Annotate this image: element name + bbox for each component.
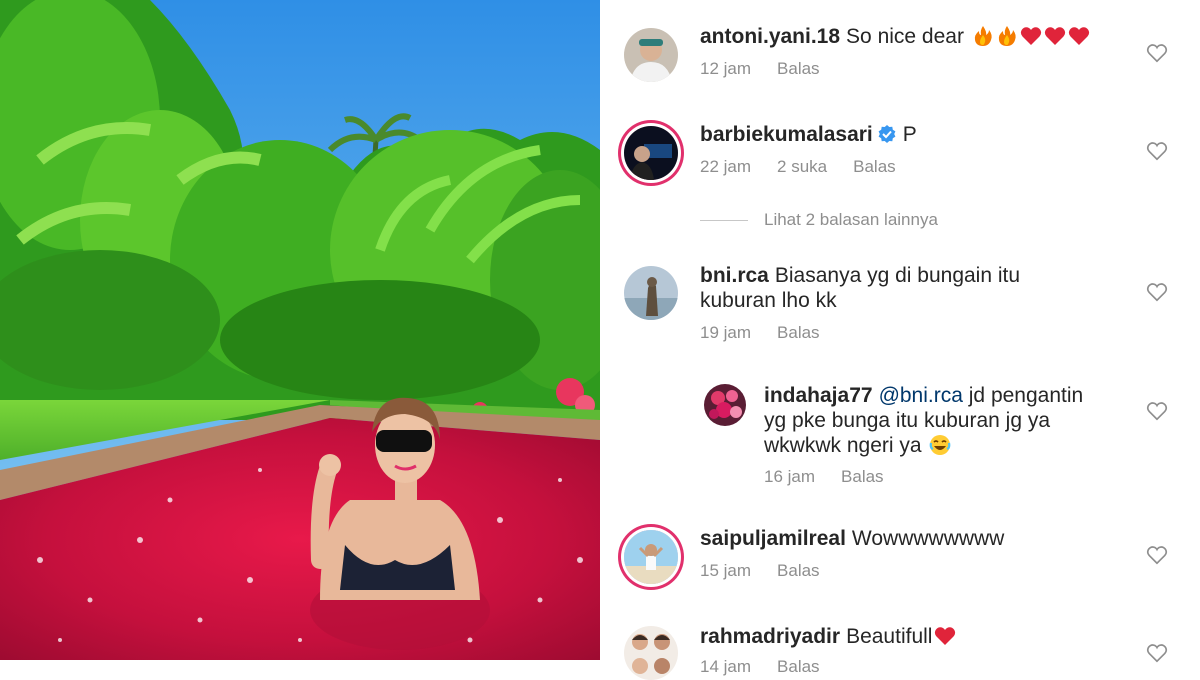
comment-meta: 12 jam Balas xyxy=(700,59,846,79)
comment-body: So nice dear xyxy=(846,25,964,48)
comment-username[interactable]: saipuljamilreal xyxy=(700,527,846,550)
comment-time[interactable]: 16 jam xyxy=(764,467,815,486)
comment-text: rahmadriyadir Beautifull xyxy=(700,624,956,649)
comment-time[interactable]: 15 jam xyxy=(700,561,751,580)
comment-body: Biasanya yg di bungain itu xyxy=(774,264,1021,287)
avatar[interactable] xyxy=(624,530,678,584)
photo-bottom-margin xyxy=(0,660,600,675)
reply-button[interactable]: Balas xyxy=(777,323,820,342)
comment-meta: 19 jam Balas xyxy=(700,323,846,343)
comment-text: saipuljamilreal Wowwwwwwww xyxy=(700,526,1004,551)
red-heart-icon xyxy=(1044,25,1066,47)
comment-text: bni.rca Biasanya yg di bungain itu kubura… xyxy=(700,263,1020,313)
comment-time[interactable]: 12 jam xyxy=(700,59,751,78)
post-photo xyxy=(0,0,600,660)
reply-button[interactable]: Balas xyxy=(777,561,820,580)
red-heart-icon xyxy=(1068,25,1090,47)
comment-text: antoni.yani.18 So nice dear xyxy=(700,24,1090,49)
avatar[interactable] xyxy=(624,126,678,180)
pool-scene-image xyxy=(0,0,600,660)
comments-panel: antoni.yani.18 So nice dear 12 jam Balas b… xyxy=(600,0,1200,680)
comment-username[interactable]: bni.rca xyxy=(700,264,769,287)
divider-line xyxy=(700,220,748,222)
comment-time[interactable]: 19 jam xyxy=(700,323,751,342)
comment-username[interactable]: antoni.yani.18 xyxy=(700,25,840,48)
comment-text: indahaja77 @bni.rca jd pengantin yg pke b… xyxy=(764,383,1083,458)
avatar[interactable] xyxy=(624,28,678,82)
like-heart-icon[interactable] xyxy=(1146,281,1168,303)
avatar[interactable] xyxy=(624,626,678,680)
comment-body: Wowwwwwwww xyxy=(851,527,1005,550)
reply-button[interactable]: Balas xyxy=(777,657,820,676)
comment-username[interactable]: indahaja77 xyxy=(764,384,873,407)
reply-button[interactable]: Balas xyxy=(841,467,884,486)
comment-body-cont: yg pke bunga itu kuburan jg ya xyxy=(764,409,1051,432)
like-heart-icon[interactable] xyxy=(1146,642,1168,664)
comment-meta: 16 jam Balas xyxy=(764,467,910,487)
like-heart-icon[interactable] xyxy=(1146,544,1168,566)
like-heart-icon[interactable] xyxy=(1146,42,1168,64)
red-heart-icon xyxy=(934,625,956,647)
comment-time[interactable]: 14 jam xyxy=(700,657,751,676)
laughing-tears-icon xyxy=(929,434,951,456)
red-heart-icon xyxy=(1020,25,1042,47)
reply-button[interactable]: Balas xyxy=(853,157,896,176)
comment-username[interactable]: barbiekumalasari xyxy=(700,123,873,146)
comment-time[interactable]: 22 jam xyxy=(700,157,751,176)
verified-badge-icon xyxy=(877,124,897,144)
comment-body-cont: kuburan lho kk xyxy=(700,289,837,312)
avatar[interactable] xyxy=(624,266,678,320)
comment-body-cont: wkwkwk ngeri ya xyxy=(764,434,922,457)
fire-icon xyxy=(972,25,994,47)
comment-meta: 15 jam Balas xyxy=(700,561,846,581)
avatar[interactable] xyxy=(704,384,746,426)
like-heart-icon[interactable] xyxy=(1146,140,1168,162)
reply-button[interactable]: Balas xyxy=(777,59,820,78)
comment-body: P xyxy=(902,123,917,146)
comment-text: barbiekumalasari P xyxy=(700,122,917,147)
mention-link[interactable]: @bni.rca xyxy=(879,384,963,407)
view-more-replies-label[interactable]: Lihat 2 balasan lainnya xyxy=(764,210,938,229)
view-more-replies[interactable]: Lihat 2 balasan lainnya xyxy=(700,210,938,230)
fire-icon xyxy=(996,25,1018,47)
comment-body: Beautifull xyxy=(846,625,933,648)
comment-meta: 22 jam 2 suka Balas xyxy=(700,157,922,177)
likes-count[interactable]: 2 suka xyxy=(777,157,827,176)
like-heart-icon[interactable] xyxy=(1146,400,1168,422)
comment-username[interactable]: rahmadriyadir xyxy=(700,625,840,648)
comment-body: jd pengantin xyxy=(968,384,1084,407)
comment-meta: 14 jam Balas xyxy=(700,657,846,677)
